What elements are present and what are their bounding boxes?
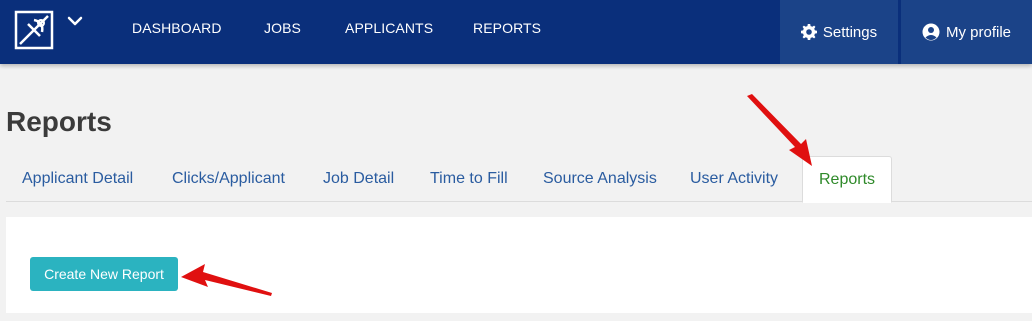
my-profile-button[interactable]: My profile <box>901 0 1032 64</box>
profile-label: My profile <box>945 23 1012 41</box>
settings-label: Settings <box>822 23 878 41</box>
tab-reports[interactable]: Reports <box>802 156 892 203</box>
settings-button[interactable]: Settings <box>780 0 898 64</box>
reports-panel: Create New Report <box>6 217 1032 313</box>
tab-source-analysis[interactable]: Source Analysis <box>527 156 673 202</box>
nav-reports[interactable]: REPORTS <box>473 0 541 56</box>
page-title: Reports <box>6 106 112 137</box>
tab-applicant-detail[interactable]: Applicant Detail <box>6 156 149 202</box>
tab-job-detail[interactable]: Job Detail <box>307 156 410 202</box>
nav-dashboard[interactable]: DASHBOARD <box>132 0 222 56</box>
user-circle-icon <box>922 23 940 41</box>
create-new-report-button[interactable]: Create New Report <box>30 257 178 291</box>
tab-user-activity[interactable]: User Activity <box>674 156 794 202</box>
report-tabs: Applicant Detail Clicks/Applicant Job De… <box>6 156 1032 203</box>
chevron-down-icon[interactable] <box>66 12 84 30</box>
tab-clicks-applicant[interactable]: Clicks/Applicant <box>156 156 301 202</box>
brand-logo-icon[interactable] <box>14 10 54 50</box>
tab-time-to-fill[interactable]: Time to Fill <box>414 156 524 202</box>
gear-icon <box>800 24 817 40</box>
nav-jobs[interactable]: JOBS <box>264 0 301 56</box>
nav-applicants[interactable]: APPLICANTS <box>345 0 433 56</box>
top-navigation-bar: DASHBOARD JOBS APPLICANTS REPORTS Settin… <box>0 0 1032 64</box>
